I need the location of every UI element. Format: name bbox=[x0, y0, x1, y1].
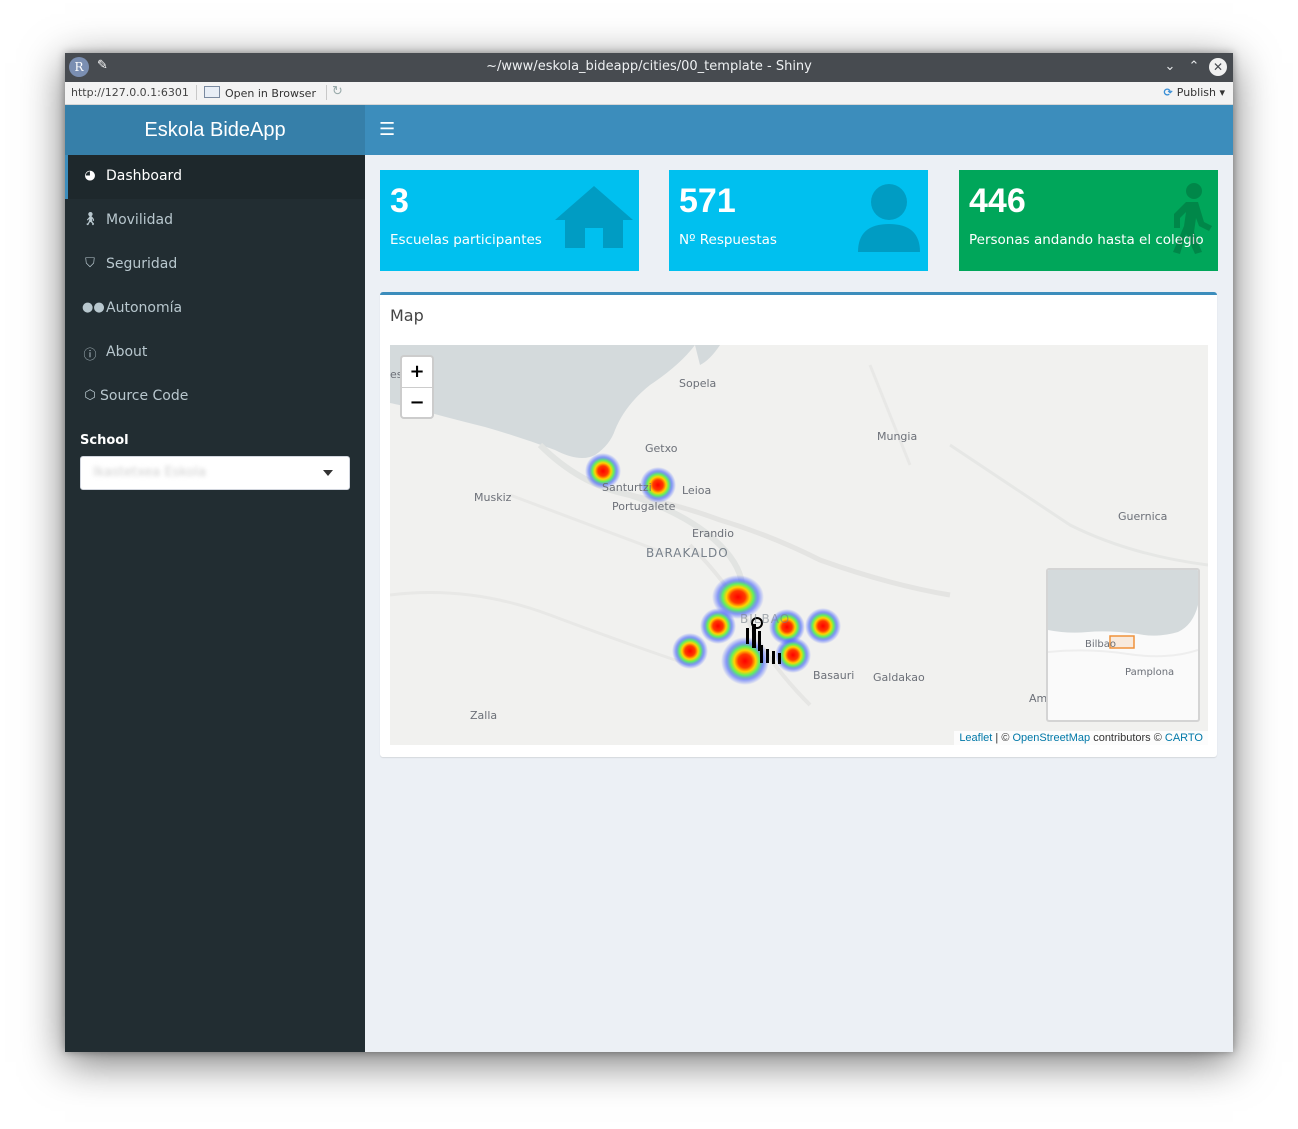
leaflet-map[interactable]: Sopela Getxo Mungia Muskiz Santurtzi Lei… bbox=[390, 345, 1208, 745]
divider bbox=[196, 85, 197, 100]
value-box-number: 3 bbox=[390, 182, 409, 220]
value-box-number: 446 bbox=[969, 182, 1026, 220]
address-bar: http://127.0.0.1:6301 Open in Browser ↻ … bbox=[65, 82, 1233, 105]
attribution-text: | © bbox=[992, 732, 1013, 744]
sidebar-item-seguridad[interactable]: ⛉ Seguridad bbox=[65, 243, 365, 287]
sidebar-item-label: About bbox=[106, 344, 148, 360]
publish-label: Publish bbox=[1176, 86, 1216, 99]
place-label: Am bbox=[1029, 692, 1048, 705]
walking-icon bbox=[1173, 183, 1212, 254]
sidebar-item-label: Dashboard bbox=[106, 168, 182, 184]
sidebar-menu: ◕ Dashboard 🚶︎ Movilidad ⛉ Seguridad ●● … bbox=[65, 155, 365, 419]
open-in-browser-button[interactable]: Open in Browser bbox=[204, 86, 316, 100]
url-text[interactable]: http://127.0.0.1:6301 bbox=[71, 86, 189, 99]
open-in-browser-label: Open in Browser bbox=[225, 87, 316, 100]
zoom-control: + − bbox=[400, 355, 434, 419]
sidebar-item-about[interactable]: ⓘ About bbox=[65, 331, 365, 375]
sidebar-item-source-code[interactable]: ⬡ Source Code bbox=[65, 375, 365, 419]
value-box-responses: 571 Nº Respuestas bbox=[669, 170, 928, 271]
place-label: Erandio bbox=[692, 527, 734, 540]
place-label: Muskiz bbox=[474, 491, 512, 504]
place-label: Santurtzi bbox=[602, 481, 652, 494]
info-icon: ⓘ bbox=[83, 348, 97, 363]
window-title: ~/www/eskola_bideapp/cities/00_template … bbox=[486, 59, 812, 74]
browser-icon bbox=[204, 86, 220, 98]
sidebar-item-movilidad[interactable]: 🚶︎ Movilidad bbox=[65, 199, 365, 243]
title-bar: R ✎ ~/www/eskola_bideapp/cities/00_templ… bbox=[65, 53, 1233, 82]
value-box-label: Nº Respuestas bbox=[679, 232, 777, 248]
shield-icon: ⛉ bbox=[85, 256, 95, 271]
minimize-icon[interactable]: ⌄ bbox=[1161, 58, 1179, 76]
chevron-down-icon bbox=[323, 470, 333, 476]
home-icon bbox=[555, 186, 633, 248]
value-box-number: 571 bbox=[679, 182, 736, 220]
sidebar-item-label: Source Code bbox=[100, 388, 189, 404]
minimap-place-label: Pamplona bbox=[1125, 667, 1175, 678]
minimap-tiles bbox=[1048, 570, 1198, 658]
zoom-out-button[interactable]: − bbox=[402, 388, 432, 418]
sidebar-item-dashboard[interactable]: ◕ Dashboard bbox=[65, 155, 365, 199]
sidebar-item-autonomia[interactable]: ●● Autonomía bbox=[65, 287, 365, 331]
dashboard-icon: ◕ bbox=[84, 168, 96, 183]
sidebar-item-label: Seguridad bbox=[106, 256, 178, 272]
top-navbar: ☰ bbox=[365, 105, 1233, 155]
place-label: Basauri bbox=[813, 669, 855, 682]
value-box-walking: 446 Personas andando hasta el colegio bbox=[959, 170, 1218, 271]
minimap[interactable]: Bilbao Pamplona bbox=[1046, 568, 1200, 722]
place-label: Leioa bbox=[682, 484, 712, 497]
value-box-schools: 3 Escuelas participantes bbox=[380, 170, 639, 271]
place-label: BILBAO bbox=[740, 612, 791, 626]
app-brand[interactable]: Eskola BideApp bbox=[65, 105, 365, 155]
attribution-text: contributors © bbox=[1090, 732, 1165, 744]
map-box-title: Map bbox=[390, 306, 424, 325]
openstreetmap-link[interactable]: OpenStreetMap bbox=[1012, 732, 1090, 744]
place-label: Guernica bbox=[1118, 510, 1168, 523]
school-select-value: Ikastetxea Eskola bbox=[93, 465, 207, 480]
place-label: Galdakao bbox=[873, 671, 925, 684]
users-icon: ●● bbox=[82, 300, 105, 315]
sidebar-item-label: Autonomía bbox=[106, 300, 183, 316]
sidebar-toggle-icon[interactable]: ☰ bbox=[379, 119, 395, 140]
school-label: School bbox=[80, 433, 129, 448]
sidebar-item-label: Movilidad bbox=[106, 212, 173, 228]
place-label: Mungia bbox=[877, 430, 918, 443]
place-label: BARAKALDO bbox=[646, 546, 729, 560]
refresh-icon[interactable]: ↻ bbox=[332, 84, 343, 99]
leaflet-link[interactable]: Leaflet bbox=[959, 732, 992, 744]
gitlab-icon: ⬡ bbox=[84, 388, 96, 403]
divider bbox=[326, 85, 327, 100]
carto-link[interactable]: CARTO bbox=[1165, 732, 1203, 744]
minimap-place-label: Bilbao bbox=[1085, 639, 1117, 650]
map-box: Map Sopela Getxo Mungia Muskiz Santurtzi… bbox=[380, 292, 1217, 757]
user-icon bbox=[858, 184, 920, 252]
value-box-label: Escuelas participantes bbox=[390, 232, 542, 248]
school-select[interactable]: Ikastetxea Eskola bbox=[80, 456, 350, 490]
publish-button[interactable]: ⟳ Publish ▾ bbox=[1164, 86, 1225, 99]
maximize-icon[interactable]: ⌃ bbox=[1185, 58, 1203, 76]
zoom-in-button[interactable]: + bbox=[402, 357, 432, 388]
publish-icon: ⟳ bbox=[1163, 86, 1173, 99]
place-label: Sopela bbox=[679, 377, 717, 390]
walking-icon: 🚶︎ bbox=[82, 212, 99, 227]
place-label: Portugalete bbox=[612, 500, 676, 513]
app-window: R ✎ ~/www/eskola_bideapp/cities/00_templ… bbox=[65, 53, 1233, 1052]
place-label: Getxo bbox=[645, 442, 678, 455]
close-icon[interactable]: ✕ bbox=[1209, 58, 1227, 76]
map-attribution: Leaflet | © OpenStreetMap contributors ©… bbox=[954, 731, 1208, 745]
place-label: Zalla bbox=[470, 709, 498, 722]
